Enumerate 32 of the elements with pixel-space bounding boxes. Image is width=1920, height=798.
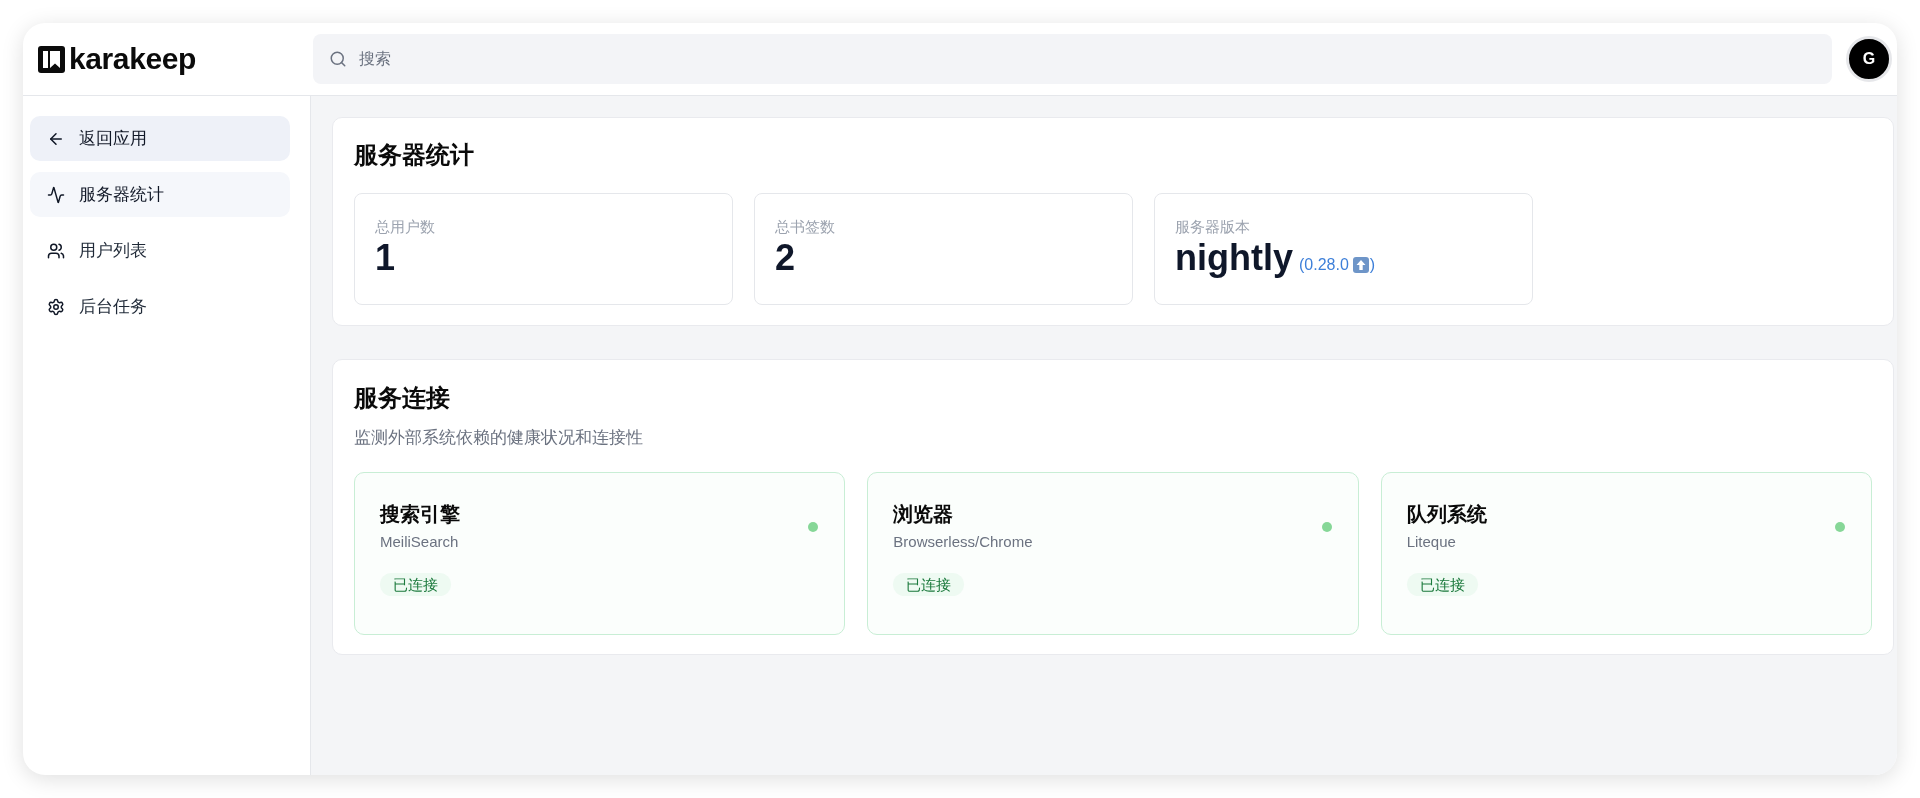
service-name: 队列系统 <box>1406 502 1487 527</box>
stat-value: 2 <box>775 237 797 279</box>
stat-label: 总用户数 <box>375 217 436 237</box>
back-link[interactable]: 返回应用 <box>30 116 290 161</box>
stat-value: 1 <box>375 237 397 279</box>
section-title: 服务器统计 <box>354 140 475 170</box>
section-title: 服务连接 <box>354 383 451 413</box>
logo-icon <box>38 45 65 73</box>
sidebar-item[interactable]: 服务器统计 <box>30 172 290 217</box>
stat-value: nightly <box>1175 237 1293 279</box>
service-name: 搜索引擎 <box>380 502 460 527</box>
service-name: 浏览器 <box>893 502 955 527</box>
service-backend: MeiliSearch <box>380 532 460 552</box>
latest-version: (0.28.0 <box>1299 255 1349 275</box>
status-badge: 已连接 <box>893 573 965 596</box>
users-icon <box>47 241 65 260</box>
status-badge: 已连接 <box>1406 573 1478 596</box>
service-backend: Browserless/Chrome <box>893 532 1033 552</box>
stat-label: 服务器版本 <box>1175 217 1251 237</box>
pulse-icon <box>47 185 65 204</box>
gear-icon <box>47 297 65 316</box>
closing-parenthesis: ) <box>1369 255 1376 275</box>
sidebar-item[interactable]: 后台任务 <box>30 284 290 329</box>
stat-label: 总书签数 <box>775 217 836 237</box>
service-backend: Liteque <box>1406 532 1457 552</box>
search-icon <box>329 50 347 68</box>
brand-name: karakeep <box>69 41 196 77</box>
avatar[interactable]: G <box>1846 36 1892 82</box>
section-description: 监测外部系统依赖的健康状况和连接性 <box>354 427 644 449</box>
status-badge: 已连接 <box>380 573 451 596</box>
search-field[interactable]: 搜索 <box>313 34 1832 84</box>
sidebar-item[interactable]: 用户列表 <box>30 228 290 273</box>
